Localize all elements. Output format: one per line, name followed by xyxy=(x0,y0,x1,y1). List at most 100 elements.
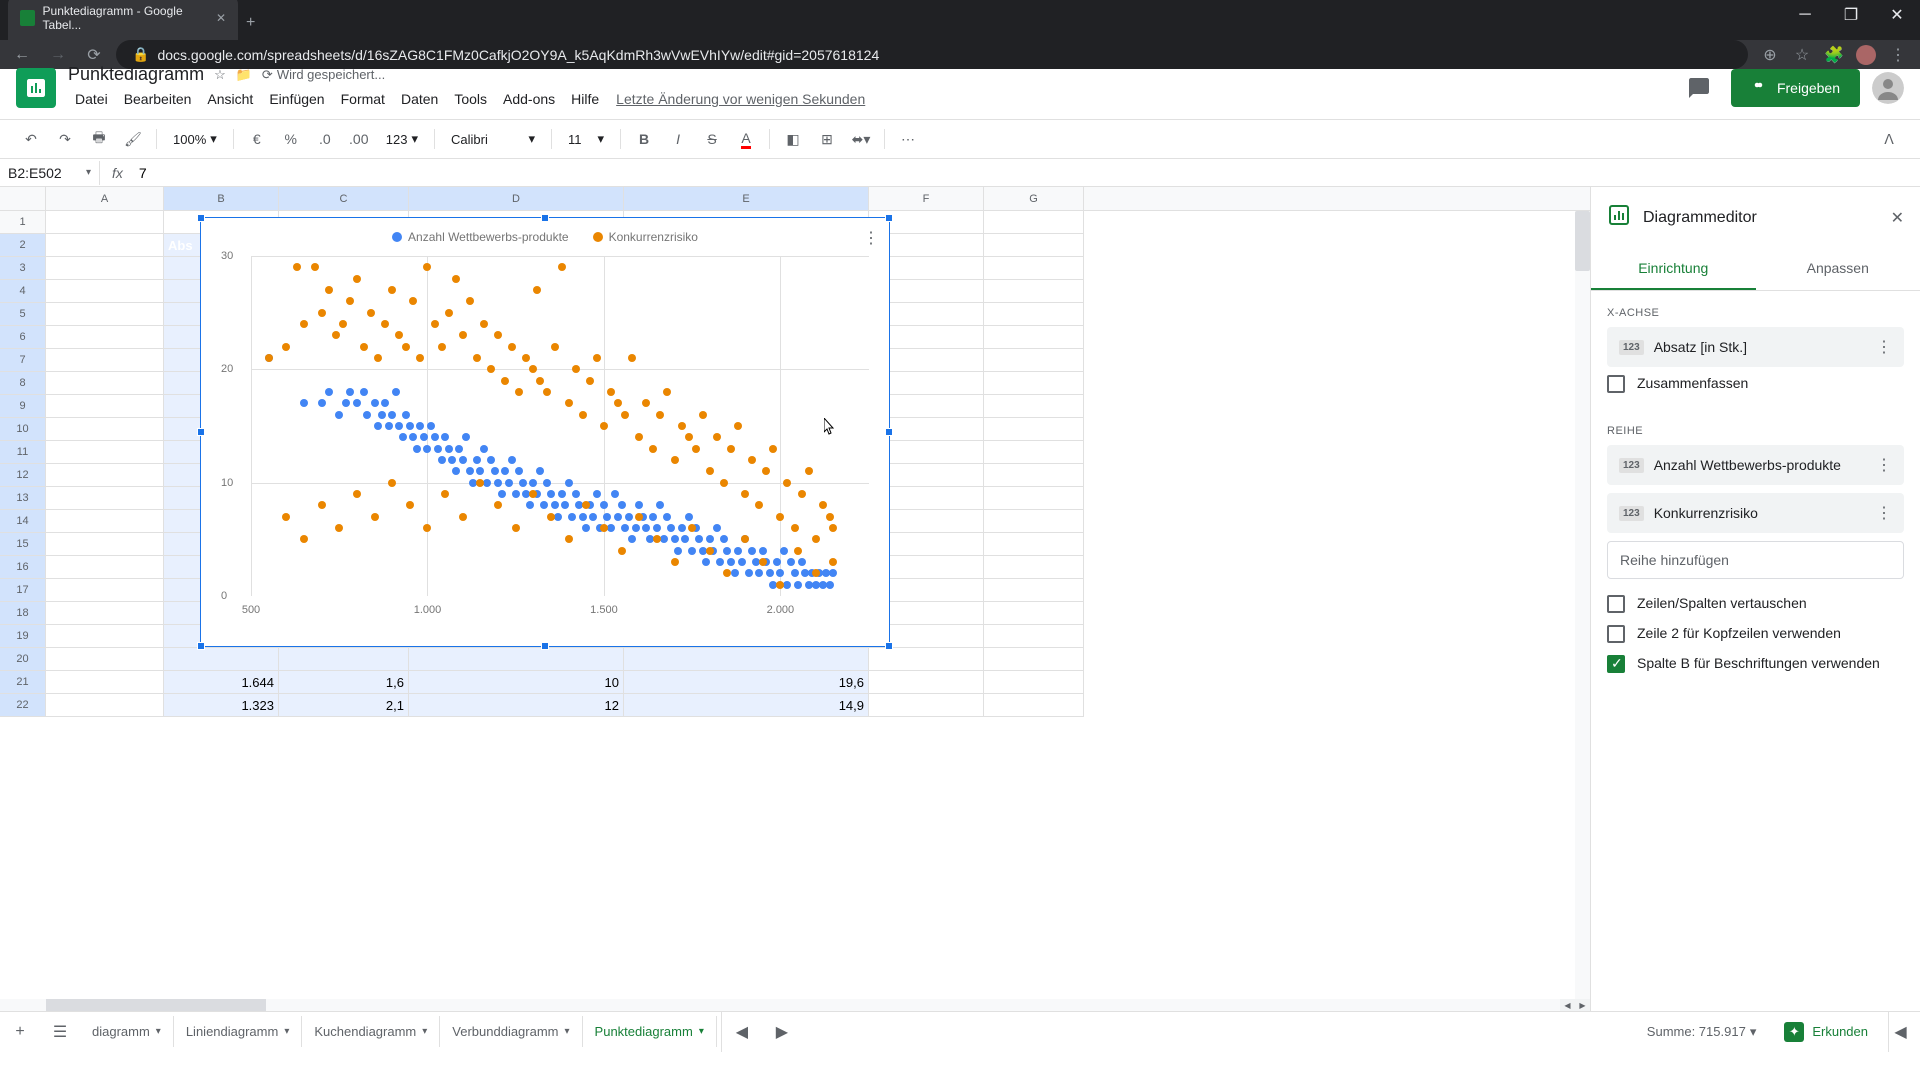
zoom-icon[interactable]: ⊕ xyxy=(1756,41,1784,69)
row-header[interactable]: 10 xyxy=(0,418,46,441)
column-header-b[interactable]: B xyxy=(164,187,279,210)
cell[interactable] xyxy=(984,349,1084,372)
row-header[interactable]: 20 xyxy=(0,648,46,671)
cell[interactable] xyxy=(46,234,164,257)
sheet-tab[interactable]: Punktediagramm ▾ xyxy=(583,1016,717,1047)
menu-einfügen[interactable]: Einfügen xyxy=(262,87,331,111)
sum-display[interactable]: Summe: 715.917 ▾ xyxy=(1639,1020,1765,1044)
cell[interactable] xyxy=(984,257,1084,280)
menu-format[interactable]: Format xyxy=(334,87,392,111)
more-toolbar-button[interactable]: ⋯ xyxy=(893,124,923,154)
font-select[interactable]: Calibri ▾ xyxy=(443,127,543,151)
series-field-2[interactable]: 123 Konkurrenzrisiko ⋮ xyxy=(1607,493,1904,533)
resize-handle[interactable] xyxy=(885,642,893,650)
horizontal-scrollbar[interactable] xyxy=(0,999,1575,1011)
cell[interactable] xyxy=(984,303,1084,326)
cell[interactable] xyxy=(46,602,164,625)
cell[interactable]: 1,6 xyxy=(279,671,409,694)
sheet-nav-left[interactable]: ◀ xyxy=(722,1012,762,1052)
user-avatar[interactable] xyxy=(1872,72,1904,104)
row-header[interactable]: 12 xyxy=(0,464,46,487)
cell[interactable]: 1.323 xyxy=(164,694,279,717)
cell[interactable] xyxy=(984,579,1084,602)
cell[interactable] xyxy=(984,464,1084,487)
row2-headers-checkbox[interactable] xyxy=(1607,625,1625,643)
cell[interactable] xyxy=(984,510,1084,533)
cell[interactable] xyxy=(46,280,164,303)
embedded-chart[interactable]: ⋮ Anzahl Wettbewerbs-produkteKonkurrenzr… xyxy=(200,217,890,647)
row-header[interactable]: 1 xyxy=(0,211,46,234)
field-more-icon[interactable]: ⋮ xyxy=(1876,337,1892,357)
cell[interactable] xyxy=(984,694,1084,717)
row-header[interactable]: 3 xyxy=(0,257,46,280)
cell[interactable] xyxy=(984,556,1084,579)
cell[interactable] xyxy=(869,694,984,717)
column-header-c[interactable]: C xyxy=(279,187,409,210)
cell[interactable] xyxy=(46,257,164,280)
editor-tab-setup[interactable]: Einrichtung xyxy=(1591,248,1756,290)
star-icon[interactable]: ☆ xyxy=(1788,41,1816,69)
profile-avatar[interactable] xyxy=(1852,41,1880,69)
all-sheets-button[interactable]: ☰ xyxy=(40,1012,80,1052)
cell[interactable] xyxy=(984,533,1084,556)
cell[interactable] xyxy=(984,280,1084,303)
row-header[interactable]: 18 xyxy=(0,602,46,625)
sheet-tab[interactable]: Kuchendiagramm ▾ xyxy=(302,1016,440,1047)
resize-handle[interactable] xyxy=(541,214,549,222)
cell[interactable]: 19,6 xyxy=(624,671,869,694)
sheets-logo[interactable] xyxy=(16,68,56,108)
fontsize-select[interactable]: 11 ▾ xyxy=(560,127,612,151)
collapse-toolbar-button[interactable]: ᐱ xyxy=(1874,124,1904,154)
format-select[interactable]: 123▾ xyxy=(378,127,426,151)
editor-close-button[interactable]: ✕ xyxy=(1891,208,1904,228)
zoom-select[interactable]: 100% ▾ xyxy=(165,127,225,151)
sheet-tab[interactable]: Liniendiagramm ▾ xyxy=(174,1016,303,1047)
cell[interactable] xyxy=(46,418,164,441)
cell[interactable]: 2,1 xyxy=(279,694,409,717)
menu-add-ons[interactable]: Add-ons xyxy=(496,87,562,111)
cell[interactable] xyxy=(624,648,869,671)
italic-button[interactable]: I xyxy=(663,124,693,154)
paint-format-button[interactable]: 🖌 xyxy=(118,124,148,154)
column-header-d[interactable]: D xyxy=(409,187,624,210)
back-button[interactable]: ← xyxy=(8,41,36,69)
resize-handle[interactable] xyxy=(885,214,893,222)
editor-tab-customize[interactable]: Anpassen xyxy=(1756,248,1920,290)
cell[interactable] xyxy=(46,648,164,671)
cell[interactable] xyxy=(46,372,164,395)
column-header-g[interactable]: G xyxy=(984,187,1084,210)
fill-color-button[interactable]: ◧ xyxy=(778,124,808,154)
sheet-tab[interactable]: Verbunddiagramm ▾ xyxy=(440,1016,582,1047)
aggregate-checkbox[interactable] xyxy=(1607,375,1625,393)
cell[interactable]: 1.644 xyxy=(164,671,279,694)
bold-button[interactable]: B xyxy=(629,124,659,154)
resize-handle[interactable] xyxy=(197,428,205,436)
scroll-right-button[interactable]: ▶ xyxy=(1575,999,1590,1011)
cell[interactable]: 12 xyxy=(409,694,624,717)
undo-button[interactable]: ↶ xyxy=(16,124,46,154)
menu-tools[interactable]: Tools xyxy=(447,87,494,111)
cell[interactable] xyxy=(46,464,164,487)
cell[interactable] xyxy=(46,671,164,694)
row-header[interactable]: 15 xyxy=(0,533,46,556)
cell[interactable] xyxy=(984,671,1084,694)
row-header[interactable]: 4 xyxy=(0,280,46,303)
row-header[interactable]: 7 xyxy=(0,349,46,372)
comments-button[interactable] xyxy=(1679,68,1719,108)
add-series-button[interactable]: Reihe hinzufügen xyxy=(1607,541,1904,579)
column-header-f[interactable]: F xyxy=(869,187,984,210)
explore-button[interactable]: ✦ Erkunden xyxy=(1772,1016,1880,1048)
menu-bearbeiten[interactable]: Bearbeiten xyxy=(117,87,199,111)
increase-decimal-button[interactable]: .00 xyxy=(344,124,374,154)
document-title[interactable]: Punktediagramm xyxy=(68,64,204,85)
cell[interactable] xyxy=(46,395,164,418)
extensions-icon[interactable]: 🧩 xyxy=(1820,41,1848,69)
cell[interactable] xyxy=(984,234,1084,257)
scroll-left-button[interactable]: ◀ xyxy=(1560,999,1575,1011)
menu-datei[interactable]: Datei xyxy=(68,87,115,111)
swap-rows-checkbox[interactable] xyxy=(1607,595,1625,613)
side-panel-toggle[interactable]: ◀ xyxy=(1888,1012,1912,1052)
row-header[interactable]: 11 xyxy=(0,441,46,464)
browser-tab[interactable]: Punktediagramm - Google Tabel... ✕ xyxy=(8,0,238,40)
row-header[interactable]: 22 xyxy=(0,694,46,717)
